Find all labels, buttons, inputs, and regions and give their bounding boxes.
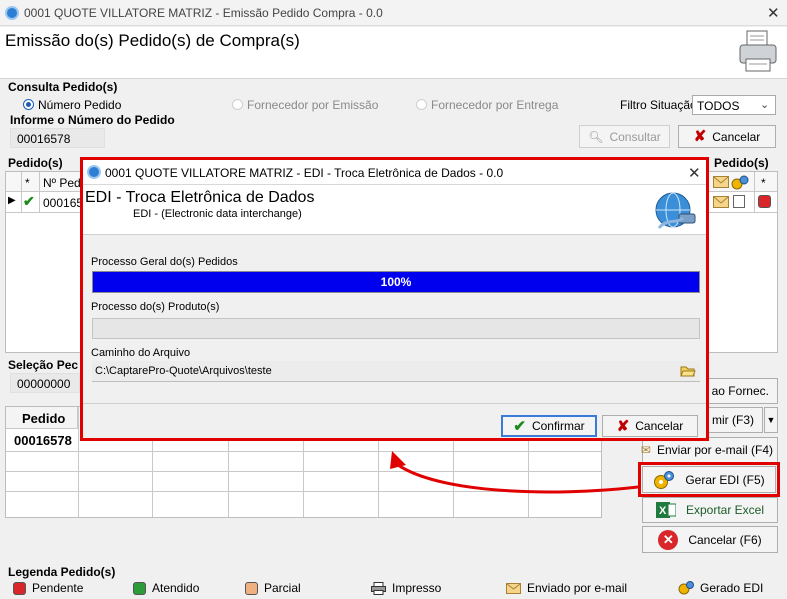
legend-atendido: Atendido [133,581,199,595]
confirmar-label: Confirmar [531,419,585,433]
svg-text:X: X [659,505,667,517]
red-x-icon: ✘ [693,128,707,145]
cancelar-consulta-label: Cancelar [712,129,761,144]
processo-geral-label: Processo Geral do(s) Pedidos [91,256,238,268]
gerar-edi-label: Gerar EDI (F5) [685,472,765,487]
printer-icon[interactable] [737,29,779,75]
dialog-title: 0001 QUOTE VILLATORE MATRIZ - EDI - Troc… [105,166,504,180]
consultar-label: Consultar [609,129,661,144]
legend-impresso: Impresso [371,581,441,595]
gerar-edi-button[interactable]: Gerar EDI (F5) [642,466,776,493]
legend-parcial: Parcial [245,581,301,595]
gears-icon [678,581,694,595]
caminho-input[interactable]: C:\CaptarePro-Quote\Arquivos\teste [92,361,700,382]
consulta-group-label: Consulta Pedido(s) [8,80,118,94]
enviar-email-label: Enviar por e-mail (F4) [656,443,773,457]
col-star-2: * [761,176,766,190]
selecao-input[interactable]: 00000000 [10,373,80,393]
selecao-label: Seleção Pec [8,358,79,372]
informe-label: Informe o Número do Pedido [10,113,175,127]
row-pointer-icon: ▶ [8,195,16,206]
processo-produto-progressbar [92,318,700,339]
pedidos-label: Pedido(s) [8,156,63,170]
square-red-icon [13,581,26,595]
folder-open-icon[interactable] [680,364,696,378]
radio-fornecedor-label: Fornecedor por Emissão [247,98,379,112]
envelope-icon [713,176,729,188]
confirmar-button[interactable]: ✔ Confirmar [501,415,597,437]
search-icon: 🔍︎ [588,129,604,144]
col-pedido[interactable]: Pedido [22,411,65,426]
processo-geral-text: 100% [380,275,412,289]
envelope-icon [713,196,729,208]
dialog-heading: EDI - Troca Eletrônica de Dados [85,189,315,206]
filtro-value: TODOS [697,99,740,113]
app-icon [87,165,101,179]
chevron-down-icon: ⌄ [760,99,770,111]
dialog-cancelar-label: Cancelar [635,419,684,433]
pedidos-label-right: Pedido(s) [714,156,769,170]
printer-icon [371,581,386,595]
numero-pedido-input[interactable]: 00016578 [10,128,105,148]
row-pedido[interactable]: 00016578 [14,433,72,448]
row-checkbox[interactable] [733,195,745,208]
filtro-label: Filtro Situação: [620,98,701,112]
row-num-pedido[interactable]: 000165 [43,196,83,210]
envelope-icon [506,582,521,594]
page-title: Emissão do(s) Pedido(s) de Compra(s) [5,31,300,50]
cancel-circle-icon: ✕ [658,529,679,550]
legend-title: Legenda Pedido(s) [8,565,116,579]
cancelar-consulta-button[interactable]: ✘ Cancelar [678,125,776,148]
annotation-arrow [390,451,639,494]
col-num-pedido[interactable]: Nº Pedi [43,176,83,190]
filtro-select[interactable]: TODOS ⌄ [692,95,776,115]
processo-produto-label: Processo do(s) Produto(s) [91,301,220,313]
square-green-icon [133,581,146,595]
cancelar-f6-button[interactable]: ✕ Cancelar (F6) [642,526,778,553]
radio-numero-pedido[interactable] [23,99,34,110]
window-titlebar: 0001 QUOTE VILLATORE MATRIZ - Emissão Pe… [0,0,787,26]
red-x-icon: ✘ [616,417,630,435]
processo-geral-progressbar: 100% [92,271,700,293]
imprimir-dropdown-button[interactable]: ▼ [764,407,778,433]
caminho-value: C:\CaptarePro-Quote\Arquivos\teste [95,365,272,377]
excel-icon: X [655,502,676,518]
dialog-cancelar-button[interactable]: ✘ Cancelar [602,415,698,437]
exportar-excel-label: Exportar Excel [685,503,765,517]
radio-entrega-label: Fornecedor por Entrega [431,98,559,112]
app-icon [5,6,19,20]
dialog-titlebar: 0001 QUOTE VILLATORE MATRIZ - EDI - Troc… [83,160,706,185]
dialog-subheading: EDI - (Electronic data interchange) [133,208,302,220]
exportar-excel-button[interactable]: X Exportar Excel [642,497,778,523]
selecao-value: 00000000 [17,377,71,391]
gears-icon [654,470,675,489]
legend-pendente: Pendente [13,581,83,595]
envelope-icon: ✉ [640,443,651,457]
page-header: Emissão do(s) Pedido(s) de Compra(s) [0,27,787,79]
cancelar-f6-label: Cancelar (F6) [688,532,762,547]
close-icon[interactable]: ✕ [767,4,780,22]
col-star: * [25,176,30,190]
network-globe-icon [655,192,696,230]
gears-icon [731,175,749,190]
legend-enviado: Enviado por e-mail [506,581,627,595]
radio-fornecedor-entrega[interactable] [416,99,427,110]
status-pendente-icon [758,195,771,208]
numero-pedido-value: 00016578 [17,132,71,146]
dialog-header: EDI - Troca Eletrônica de Dados EDI - (E… [83,185,706,235]
edi-dialog: 0001 QUOTE VILLATORE MATRIZ - EDI - Troc… [80,157,709,441]
imprimir-label: mir (F3) [712,413,754,427]
window-title: 0001 QUOTE VILLATORE MATRIZ - Emissão Pe… [24,6,383,20]
dialog-close-icon[interactable]: ✕ [688,164,701,182]
radio-numero-label: Número Pedido [38,98,122,112]
radio-fornecedor-emissao[interactable] [232,99,243,110]
consultar-button[interactable]: 🔍︎ Consultar [579,125,670,148]
checkmark-icon: ✔ [513,418,526,435]
caret-down-icon: ▼ [766,415,776,425]
square-orange-icon [245,581,258,595]
checkmark-icon: ✔ [23,193,35,209]
caminho-label: Caminho do Arquivo [91,347,191,359]
legend-gerado-edi: Gerado EDI [678,581,763,595]
